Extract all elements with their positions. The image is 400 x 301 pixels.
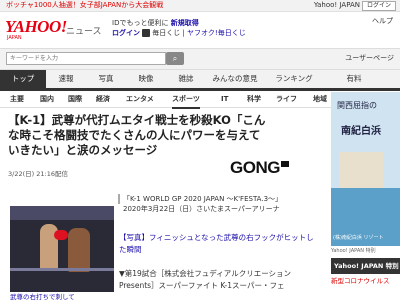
help-link[interactable]: ヘルプ [372, 16, 393, 26]
ad-label: Yahoo! JAPAN 特別 [331, 248, 376, 254]
ad-hotel-image [339, 152, 383, 192]
event-info: 「K-1 WORLD GP 2020 JAPAN ～K'FESTA.3～」 20… [118, 194, 328, 214]
special-feature-item[interactable]: 新型コロナウイルス [331, 276, 400, 286]
arena-lights [10, 206, 114, 220]
site-header: YAHOO! JAPAN ニュース IDでもっと便利に 新規取得 ログイン 毎日… [0, 12, 400, 48]
logo-sub: JAPAN [7, 35, 22, 41]
search-button[interactable]: ⌕ [166, 52, 184, 65]
category-tab-life[interactable]: ライフ [276, 91, 297, 107]
gong-logo[interactable]: GONG [230, 158, 280, 178]
category-tab-main[interactable]: 主要 [10, 91, 24, 107]
category-tab-sports[interactable]: スポーツ [172, 91, 200, 109]
main-nav: トップ 速報 写真 映像 雑誌 みんなの意見 ランキング 有料 [0, 70, 400, 91]
search-bar: ⌕ ユーザーページ [0, 48, 400, 70]
gong-logo-mark [281, 161, 289, 167]
category-tab-region[interactable]: 地域 [313, 91, 327, 107]
header-promo: IDでもっと便利に 新規取得 ログイン 毎日くじ | ヤフオク!毎日くじ [112, 19, 246, 37]
article-header: 【K-1】武尊が代打ムエタイ戦士を秒殺KO「こんな時こそ格闘技でたくさんの人にパ… [8, 113, 270, 158]
top-promo-link[interactable]: ボッチャ1000人抽選！女子部JAPANから大会観戦 [6, 0, 163, 11]
article-dateline: 3/22(日) 21:16配信 [8, 170, 68, 178]
nav-tab-ranking[interactable]: ランキング [264, 70, 324, 88]
nav-tab-video[interactable]: 映像 [126, 70, 166, 88]
nav-tab-photo[interactable]: 写真 [86, 70, 126, 88]
lottery-icon [142, 29, 151, 37]
user-page-link[interactable]: ユーザーページ [345, 53, 394, 63]
special-feature-header[interactable]: Yahoo! JAPAN 特別企画 [331, 258, 400, 286]
auction-lottery-link[interactable]: ヤフオク!毎日くじ [187, 29, 246, 37]
article-photo[interactable] [10, 206, 114, 292]
logo-main: YAHOO! [5, 17, 67, 36]
category-tab-it[interactable]: IT [221, 91, 228, 107]
nav-tab-opinions[interactable]: みんなの意見 [206, 70, 264, 88]
article-body: ▼第19試合［株式会社フュディアルクリエーション Presents］スーパーファ… [119, 269, 292, 290]
promo-line1: IDでもっと便利に [112, 19, 169, 27]
nav-tab-magazine[interactable]: 雑誌 [166, 70, 206, 88]
category-tab-domestic[interactable]: 国内 [40, 91, 54, 107]
login-link[interactable]: ログイン [112, 29, 140, 37]
ring-ropes [10, 268, 114, 271]
login-button[interactable]: ログイン [362, 1, 396, 11]
category-tab-economy[interactable]: 経済 [96, 91, 110, 107]
nav-tab-top[interactable]: トップ [0, 70, 46, 88]
ad-caption: (株)南紀白浜 リゾート [333, 235, 384, 241]
yahoo-logo[interactable]: YAHOO! JAPAN [5, 17, 67, 41]
nav-tab-breaking[interactable]: 速報 [46, 70, 86, 88]
search-icon: ⌕ [172, 54, 178, 63]
top-promo-bar: ボッチャ1000人抽選！女子部JAPANから大会観戦 Yahoo! JAPAN … [0, 0, 400, 12]
search-input[interactable] [6, 52, 166, 65]
sidebar-ad[interactable]: 関西屈指の 南紀白浜 (株)南紀白浜 リゾート [331, 92, 400, 246]
event-date: 2020年3月22日（日）さいたまスーパーアリーナ [123, 205, 280, 213]
ad-text-1: 関西屈指の [337, 101, 377, 110]
yahoo-japan-link[interactable]: Yahoo! JAPAN [314, 0, 360, 11]
event-quote: 「K-1 WORLD GP 2020 JAPAN ～K'FESTA.3～」 [118, 194, 328, 204]
photo-link[interactable]: 【写真】フィニッシュとなった武尊の右フックがヒットした瞬間 [119, 232, 319, 256]
fighter-right [68, 228, 90, 272]
nav-tab-paid[interactable]: 有料 [324, 70, 384, 88]
category-tab-science[interactable]: 科学 [247, 91, 261, 107]
ad-text-2: 南紀白浜 [341, 126, 381, 137]
promo-line3: 毎日くじ [152, 29, 181, 37]
glove [54, 230, 68, 240]
signup-link[interactable]: 新規取得 [171, 19, 199, 27]
section-title[interactable]: ニュース [66, 24, 102, 37]
category-tab-international[interactable]: 国際 [68, 91, 82, 107]
article-headline: 【K-1】武尊が代打ムエタイ戦士を秒殺KO「こんな時こそ格闘技でたくさんの人にパ… [8, 113, 266, 157]
category-tab-entertainment[interactable]: エンタメ [126, 91, 154, 107]
